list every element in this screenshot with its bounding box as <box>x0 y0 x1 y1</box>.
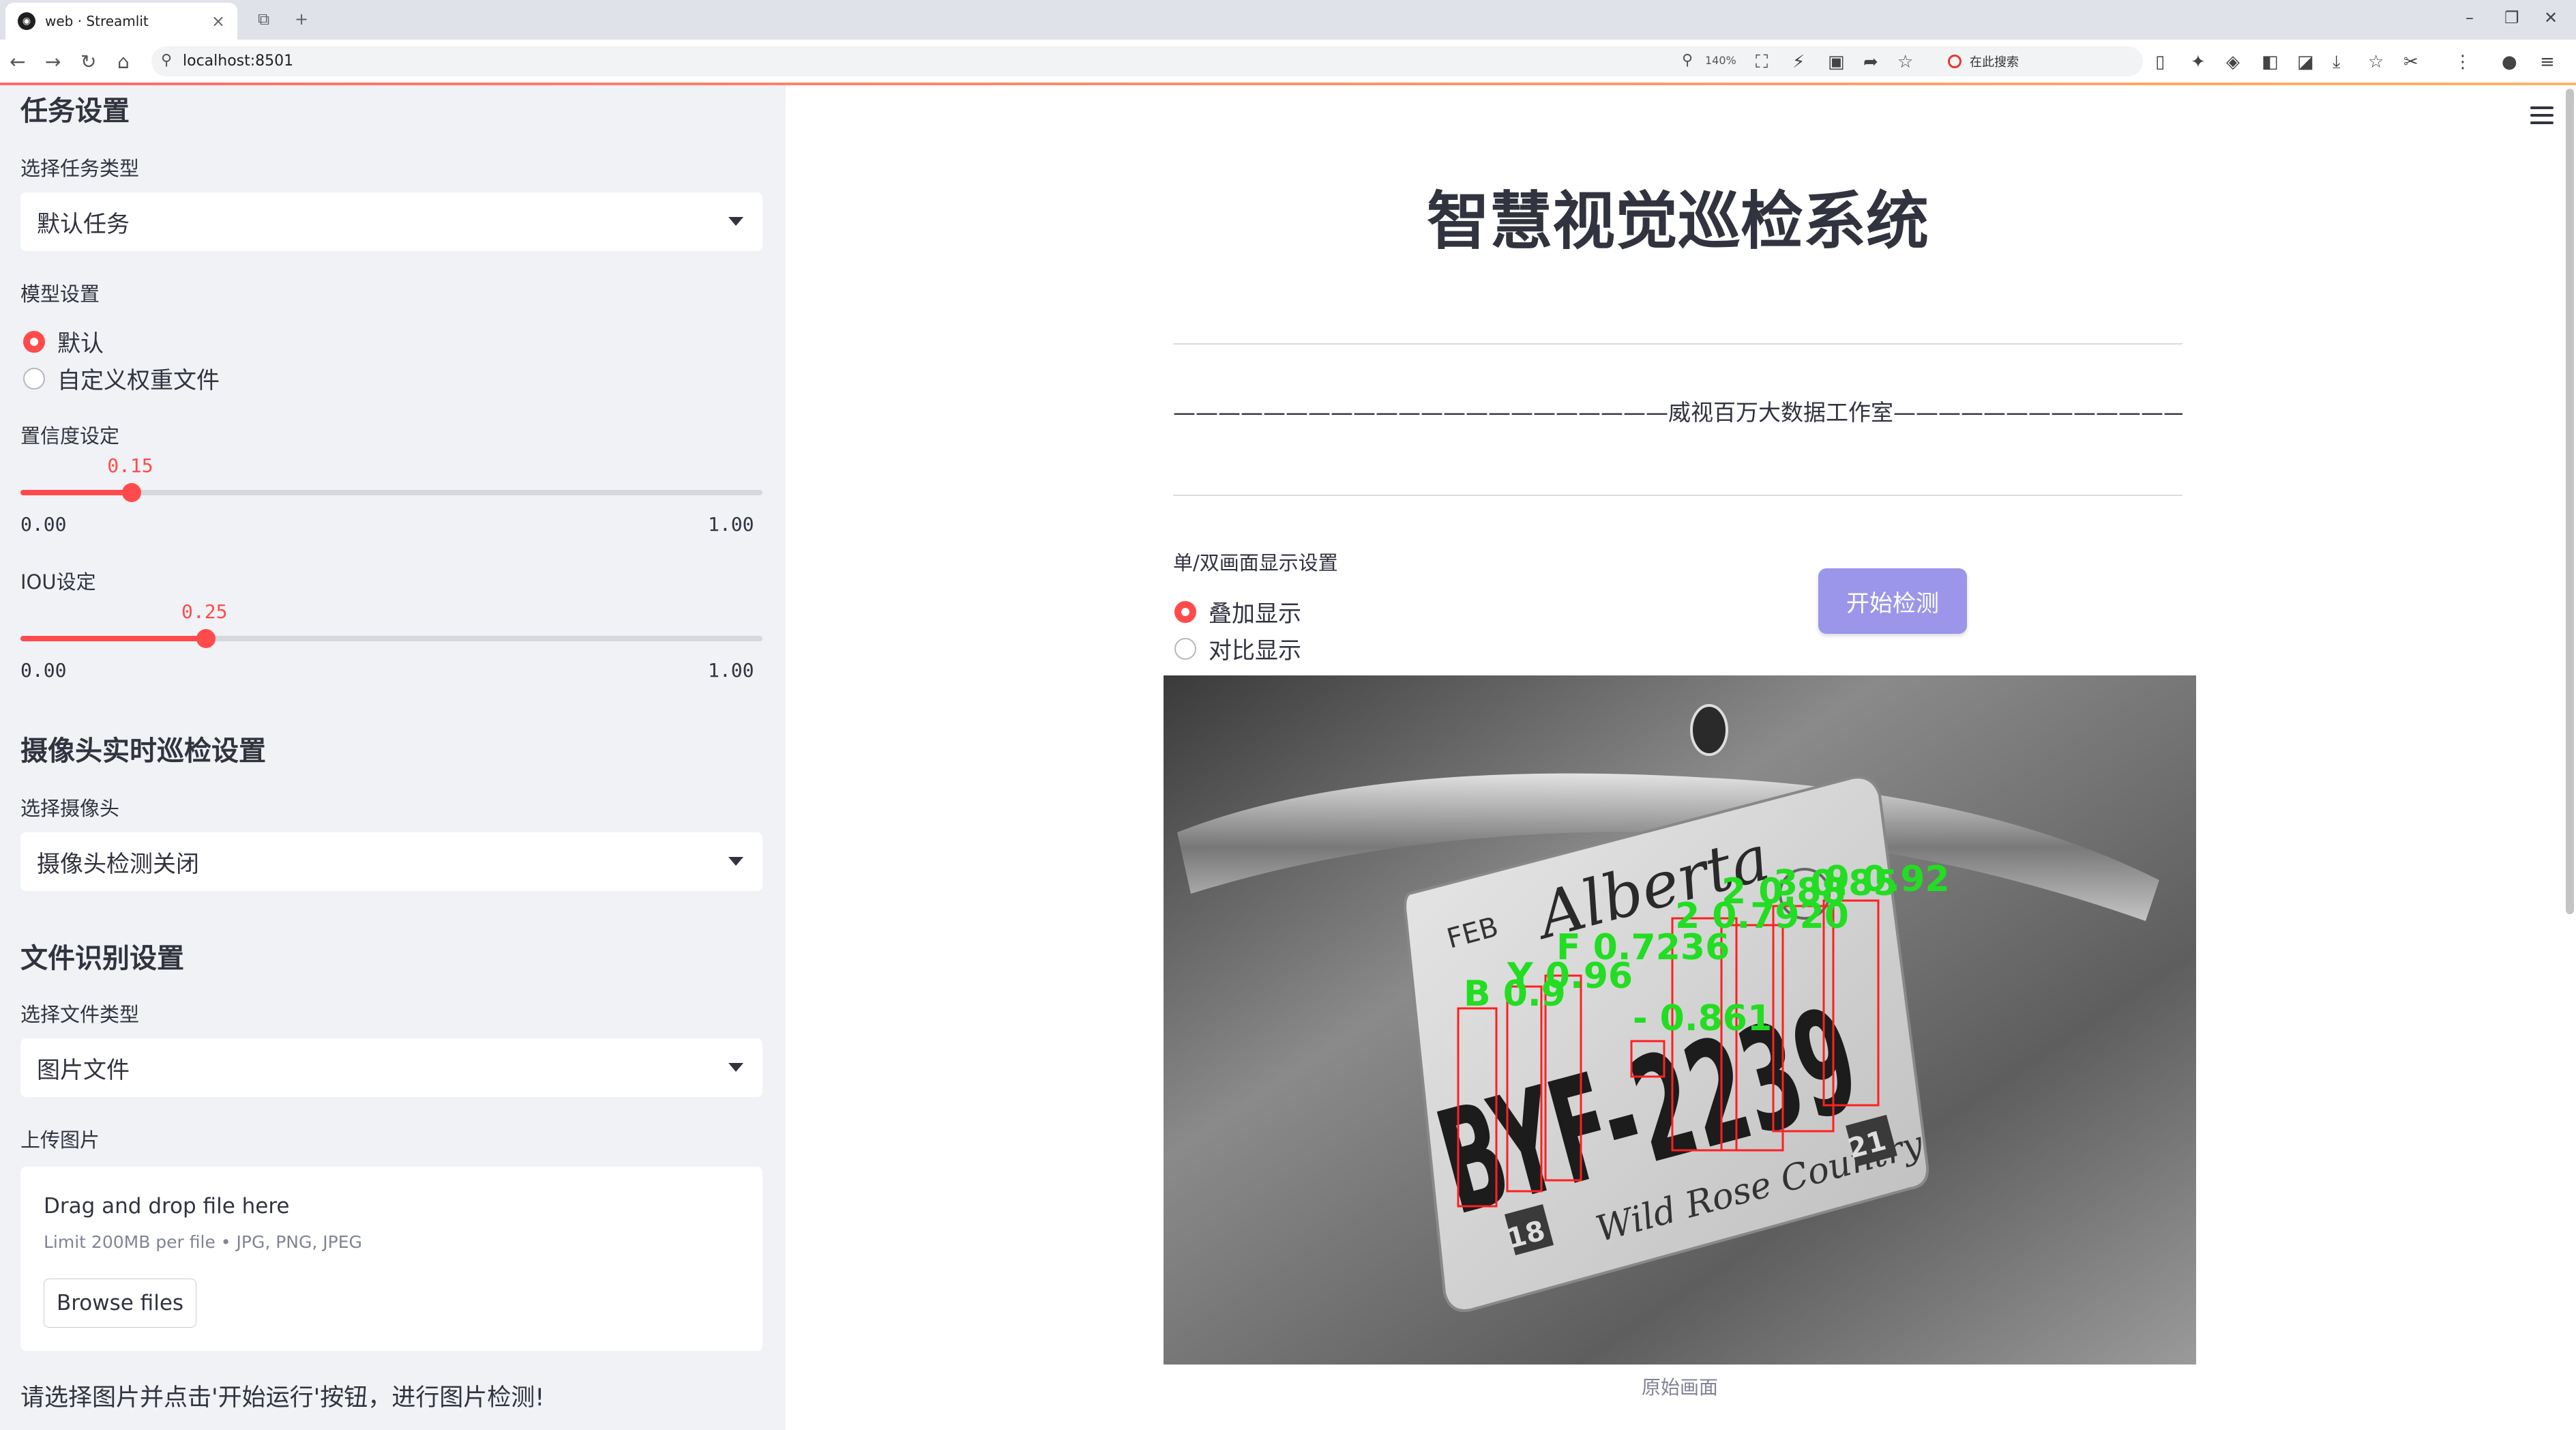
star-icon[interactable]: ☆ <box>1897 52 1913 72</box>
browser-search-placeholder: 在此搜索 <box>1970 55 2019 70</box>
model-option-label: 默认 <box>57 330 104 358</box>
browser-search-chip[interactable]: 在此搜索 <box>1940 49 2137 74</box>
detection-label: - 0.861 <box>1633 998 1772 1039</box>
extension-2-icon[interactable]: ◈ <box>2226 52 2240 72</box>
tab-title: web · Streamlit <box>45 13 149 29</box>
display-option-overlay[interactable]: 叠加显示 <box>1174 595 1301 628</box>
favorites-icon[interactable]: ☆ <box>2368 52 2384 72</box>
url-text[interactable]: localhost:8501 <box>183 53 293 70</box>
task-section-heading: 任务设置 <box>20 96 130 127</box>
minimize-icon[interactable]: – <box>2466 8 2474 27</box>
camera-label: 选择摄像头 <box>20 797 120 820</box>
tab-close-icon[interactable]: × <box>211 12 225 31</box>
chevron-down-icon <box>728 217 743 226</box>
confidence-slider[interactable]: 0.15 <box>20 454 763 517</box>
browser-tabbar: ◉ web · Streamlit × ⧉ + – ❐ ✕ <box>0 0 2576 40</box>
search-icon: ⚲ <box>161 52 173 69</box>
profile-avatar-icon[interactable]: ● <box>2502 52 2517 72</box>
more-icon[interactable]: ⋮ <box>2454 52 2472 72</box>
file-section-heading: 文件识别设置 <box>20 943 184 974</box>
chevron-down-icon <box>728 1063 743 1072</box>
iou-max: 1.00 <box>708 659 754 682</box>
dropzone-limit: Limit 200MB per file • JPG, PNG, JPEG <box>44 1232 362 1252</box>
extension-1-icon[interactable]: ✦ <box>2191 52 2206 72</box>
home-icon[interactable]: ⌂ <box>117 50 130 73</box>
forward-icon[interactable]: → <box>45 50 61 73</box>
upload-label: 上传图片 <box>20 1128 100 1152</box>
slider-fill <box>20 636 206 641</box>
task-type-select[interactable]: 默认任务 <box>20 192 763 251</box>
display-option-label: 叠加显示 <box>1209 600 1301 628</box>
slider-thumb[interactable] <box>196 629 216 648</box>
chevron-down-icon <box>728 857 743 866</box>
zoom-icon: ⚲ <box>1682 52 1693 69</box>
radio-unselected[interactable] <box>1174 637 1196 660</box>
share-icon[interactable]: ➦ <box>1863 52 1878 72</box>
dropzone-title: Drag and drop file here <box>44 1194 290 1219</box>
model-option-default[interactable]: 默认 <box>23 325 104 358</box>
page-title: 智慧视觉巡检系统 <box>1426 185 1929 258</box>
display-option-compare[interactable]: 对比显示 <box>1174 632 1301 665</box>
divider-bottom <box>1173 495 2182 496</box>
radio-selected[interactable] <box>23 330 45 353</box>
new-tab-icon[interactable]: + <box>295 10 308 29</box>
model-option-label: 自定义权重文件 <box>57 367 220 394</box>
confidence-max: 1.00 <box>708 513 754 536</box>
extension-3-icon[interactable]: ◧ <box>2262 52 2279 72</box>
confidence-min: 0.00 <box>20 513 67 536</box>
download-icon[interactable]: ⤓ <box>2333 52 2341 73</box>
upload-hint: 请选择图片并点击'开始运行'按钮，进行图片检测! <box>20 1384 545 1412</box>
model-label: 模型设置 <box>20 282 100 306</box>
browser-menu-icon[interactable]: ≡ <box>2540 52 2555 72</box>
detection-label: 9 0.92 <box>1825 859 1950 900</box>
slider-value: 0.25 <box>181 600 228 623</box>
file-type-value: 图片文件 <box>37 1056 130 1084</box>
divider-top <box>1173 343 2182 345</box>
file-dropzone[interactable]: Drag and drop file here Limit 200MB per … <box>20 1167 763 1351</box>
address-bar-row: ← → ↻ ⌂ ⚲ localhost:8501 ⚲ 140% ⛶ ⚡ ▣ ➦ … <box>0 40 2576 83</box>
camera-select[interactable]: 摄像头检测关闭 <box>20 832 763 891</box>
browse-files-button[interactable]: Browse files <box>44 1279 196 1328</box>
scrollbar[interactable] <box>2566 89 2574 914</box>
reload-icon[interactable]: ↻ <box>80 50 96 73</box>
confidence-label: 置信度设定 <box>20 424 120 448</box>
browser-tab[interactable]: ◉ web · Streamlit × <box>5 3 237 40</box>
slider-value: 0.15 <box>107 454 153 477</box>
tab-group-icon[interactable]: ⧉ <box>258 10 269 29</box>
studio-banner: ——————————————————————威视百万大数据工作室————————… <box>1173 399 2182 426</box>
capture-icon[interactable]: ▣ <box>1828 52 1845 72</box>
radio-unselected[interactable] <box>23 367 45 390</box>
camera-value: 摄像头检测关闭 <box>37 850 199 878</box>
streamlit-favicon-icon: ◉ <box>18 12 35 30</box>
camera-section-heading: 摄像头实时巡检设置 <box>20 735 266 767</box>
file-type-select[interactable]: 图片文件 <box>20 1038 763 1097</box>
back-icon[interactable]: ← <box>10 50 25 73</box>
file-type-label: 选择文件类型 <box>20 1003 140 1026</box>
detection-image: FEB Alberta BYF-2239 Wild Rose Country 1… <box>1164 675 2196 1365</box>
iou-label: IOU设定 <box>20 570 96 594</box>
slider-fill <box>20 490 132 495</box>
display-option-label: 对比显示 <box>1209 637 1301 665</box>
restore-icon[interactable]: ❐ <box>2504 8 2519 27</box>
extension-4-icon[interactable]: ◪ <box>2297 52 2314 72</box>
model-option-custom[interactable]: 自定义权重文件 <box>23 362 220 395</box>
search-engine-icon <box>1948 55 1961 68</box>
task-type-value: 默认任务 <box>37 210 130 238</box>
zoom-level[interactable]: 140% <box>1705 54 1736 67</box>
radio-selected[interactable] <box>1174 600 1196 623</box>
hamburger-menu-icon[interactable] <box>2530 106 2553 124</box>
iou-min: 0.00 <box>20 659 67 682</box>
display-mode-label: 单/双画面显示设置 <box>1173 551 1338 574</box>
translate-icon[interactable]: ⛶ <box>1756 52 1768 73</box>
image-caption: 原始画面 <box>1641 1376 1718 1399</box>
close-window-icon[interactable]: ✕ <box>2544 8 2558 27</box>
license-plate-photo: FEB Alberta BYF-2239 Wild Rose Country 1… <box>1164 675 2196 1365</box>
phone-icon[interactable]: ▯ <box>2155 52 2165 72</box>
task-type-label: 选择任务类型 <box>20 157 140 180</box>
start-detection-button[interactable]: 开始检测 <box>1818 568 1967 634</box>
lightning-icon[interactable]: ⚡ <box>1792 52 1805 72</box>
iou-slider[interactable]: 0.25 <box>20 600 763 663</box>
slider-thumb[interactable] <box>122 483 142 502</box>
scissors-icon[interactable]: ✂ <box>2403 52 2418 72</box>
